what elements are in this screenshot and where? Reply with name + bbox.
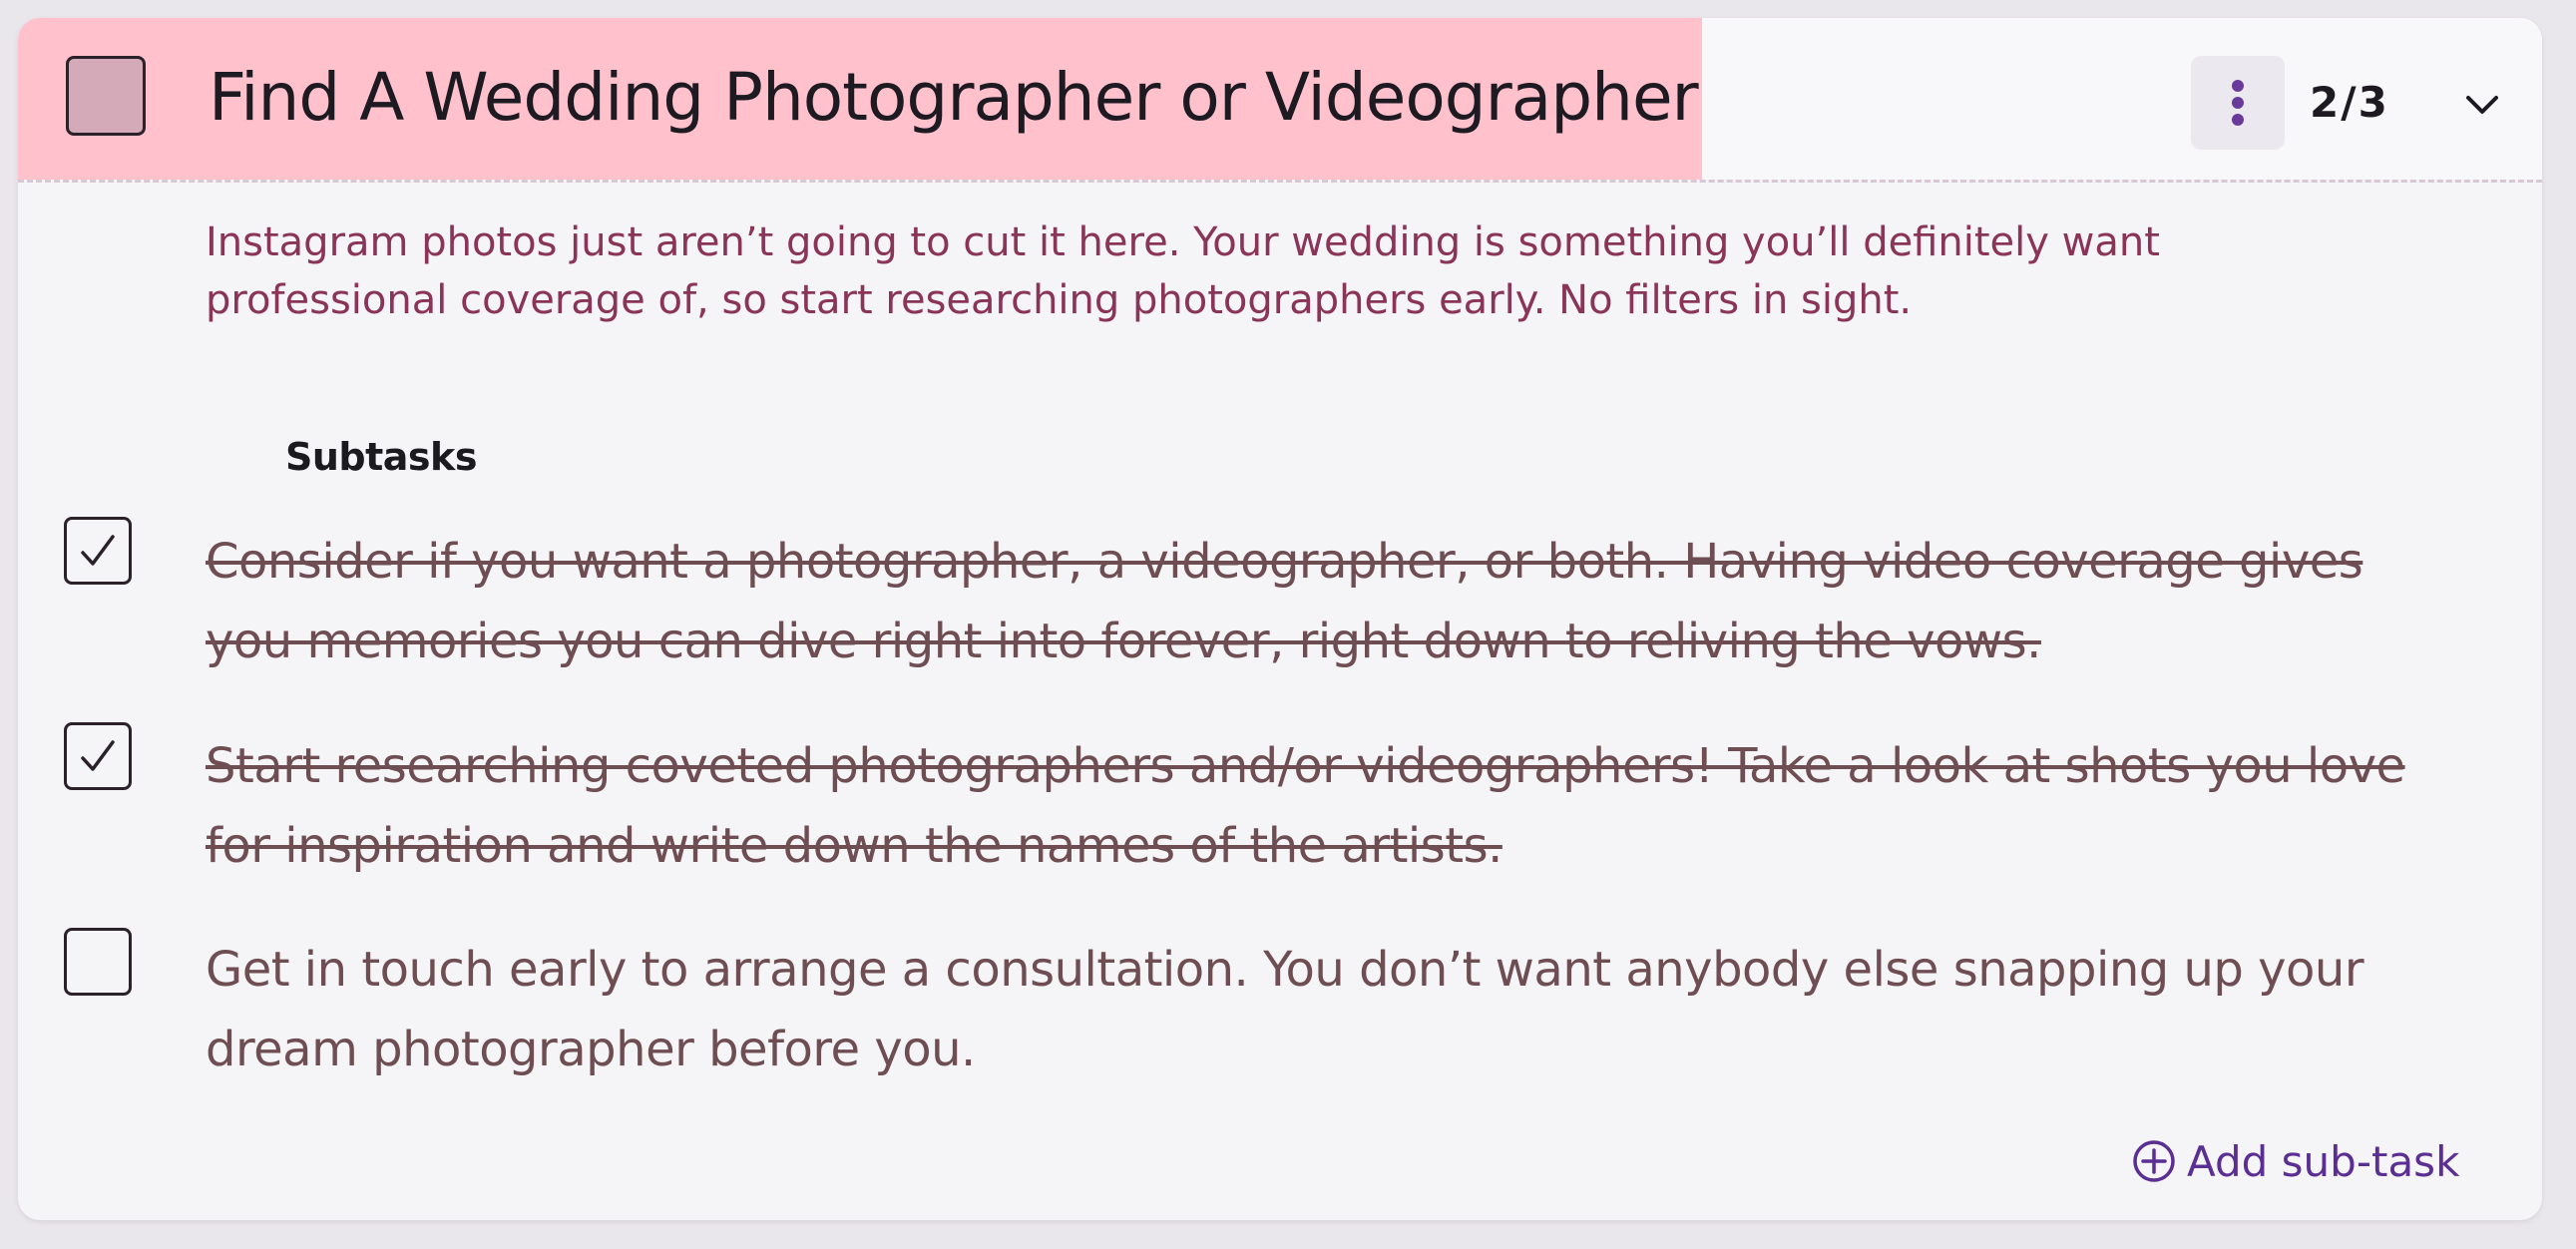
- plus-circle-icon: [2133, 1140, 2175, 1182]
- more-menu-button[interactable]: [2191, 56, 2285, 150]
- add-subtask-button[interactable]: Add sub-task: [2131, 1133, 2459, 1189]
- header-divider: [18, 180, 2542, 183]
- add-subtask-label: Add sub-task: [2187, 1136, 2460, 1186]
- subtask-checkbox[interactable]: [64, 722, 132, 790]
- subtask-text: Get in touch early to arrange a consulta…: [206, 942, 2364, 1077]
- task-title: Find A Wedding Photographer or Videograp…: [209, 59, 1699, 136]
- subtask-checkbox[interactable]: [64, 517, 132, 585]
- checkmark-icon: [81, 740, 115, 771]
- chevron-down-icon[interactable]: [2462, 90, 2502, 120]
- task-description: Instagram photos just aren’t going to cu…: [206, 219, 2160, 323]
- subtask-checkbox[interactable]: [64, 928, 132, 996]
- task-card: Find A Wedding Photographer or Videograp…: [18, 18, 2542, 1220]
- checkmark-icon: [81, 535, 115, 566]
- task-checkbox[interactable]: [66, 56, 146, 136]
- subtask-progress: 2/3: [2310, 78, 2389, 127]
- subtasks-heading: Subtasks: [285, 435, 477, 479]
- subtask-text: Start researching coveted photographers …: [206, 738, 2405, 874]
- task-header[interactable]: Find A Wedding Photographer or Videograp…: [18, 18, 2542, 180]
- subtask-text: Consider if you want a photographer, a v…: [206, 534, 2363, 669]
